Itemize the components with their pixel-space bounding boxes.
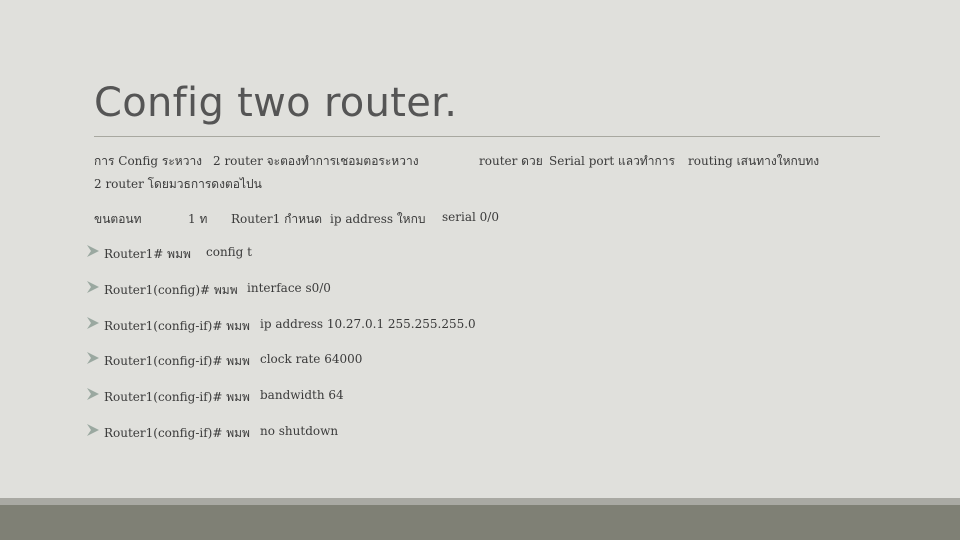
title-divider xyxy=(94,136,880,137)
arrowhead-bullet-icon xyxy=(87,317,99,329)
intro-text-1d: Serial port แลวทำการ xyxy=(549,154,675,168)
command-prompt: Router1(config-if)# พมพ xyxy=(104,354,250,368)
slide-title: Config two router. xyxy=(94,80,458,126)
arrowhead-bullet-icon xyxy=(87,245,99,257)
command-prompt: Router1(config-if)# พมพ xyxy=(104,390,250,404)
step-text-c: Router1 กำหนด xyxy=(231,212,323,226)
command-text: ip address 10.27.0.1 255.255.255.0 xyxy=(260,317,476,331)
command-prompt: Router1(config-if)# พมพ xyxy=(104,426,250,440)
intro-text-1e: routing เสนทางใหกบทง xyxy=(688,154,820,168)
footer-bar xyxy=(0,505,960,540)
step-text-b: 1 ท xyxy=(188,212,208,226)
intro-text-1a: การ Config ระหวาง xyxy=(94,154,203,168)
arrowhead-bullet-icon xyxy=(87,424,99,436)
footer-stripe xyxy=(0,498,960,505)
intro-text-1b: 2 router จะตองทำการเชอมตอระหวาง xyxy=(213,154,419,168)
command-text: config t xyxy=(206,245,252,259)
command-prompt: Router1(config-if)# พมพ xyxy=(104,319,250,333)
command-text: interface s0/0 xyxy=(247,281,331,295)
command-text: no shutdown xyxy=(260,424,339,438)
command-prompt: Router1(config)# พมพ xyxy=(104,283,238,297)
step-text-a: ขนตอนท xyxy=(94,212,142,226)
step-text-e: serial 0/0 xyxy=(442,210,499,224)
step-text-d: ip address ใหกบ xyxy=(330,212,426,226)
arrowhead-bullet-icon xyxy=(87,352,99,364)
intro-text-1c: router ดวย xyxy=(479,154,543,168)
command-prompt: Router1# พมพ xyxy=(104,247,191,261)
arrowhead-bullet-icon xyxy=(87,388,99,400)
arrowhead-bullet-icon xyxy=(87,281,99,293)
command-text: clock rate 64000 xyxy=(260,352,363,366)
intro-text-2: 2 router โดยมวธการดงตอไปน xyxy=(94,177,262,191)
command-text: bandwidth 64 xyxy=(260,388,344,402)
